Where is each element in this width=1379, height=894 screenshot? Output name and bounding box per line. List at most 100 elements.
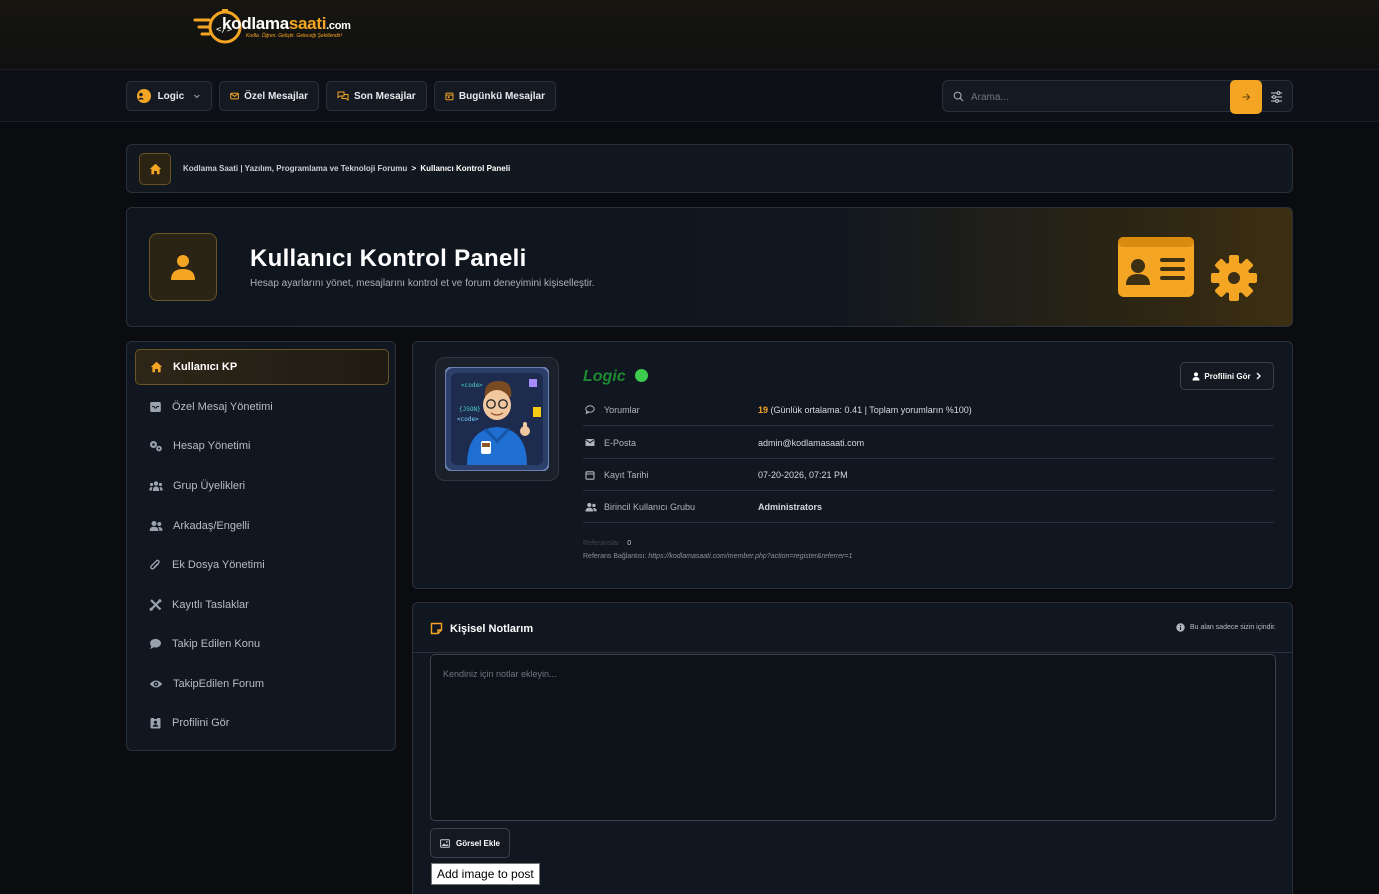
regdate-value: 07-20-2026, 07:21 PM bbox=[758, 470, 848, 480]
logo-wordmark[interactable]: kodlamasaati.com bbox=[222, 14, 351, 34]
sidebar-item-groups[interactable]: Grup Üyelikleri bbox=[135, 468, 389, 504]
user-icon bbox=[171, 255, 195, 280]
posts-extra: (Günlük ortalama: 0.41 | Toplam yorumlar… bbox=[770, 405, 972, 415]
users-icon bbox=[585, 502, 597, 512]
sidebar-item-label: Grup Üyelikleri bbox=[173, 480, 246, 492]
sidebar-item-label: Kayıtlı Taslaklar bbox=[172, 599, 249, 611]
envelope-icon bbox=[230, 92, 239, 100]
sidebar-item-label: Kullanıcı KP bbox=[173, 361, 238, 373]
personal-notes-card: Kişisel Notlarım Bu alan sadece sizin iç… bbox=[412, 602, 1293, 894]
breadcrumb-home-button[interactable] bbox=[139, 153, 171, 185]
sidebar-item-label: Takip Edilen Konu bbox=[172, 638, 261, 650]
page-subtitle: Hesap ayarlarını yönet, mesajlarını kont… bbox=[250, 278, 595, 289]
todays-posts-button[interactable]: Bugünkü Mesajlar bbox=[434, 81, 556, 111]
site-header: </> kodlamasaati.com Kodla. Öğren. Geliş… bbox=[0, 0, 1379, 70]
comments-icon bbox=[337, 91, 349, 101]
referrals-label: Referanslar bbox=[583, 540, 620, 547]
user-icon bbox=[1192, 371, 1200, 380]
chevron-down-icon bbox=[194, 94, 200, 99]
sidebar-item-subscribed-forums[interactable]: TakipEdilen Forum bbox=[135, 666, 389, 702]
comment-icon bbox=[150, 638, 161, 649]
view-profile-button[interactable]: Profilini Gör bbox=[1180, 362, 1274, 390]
hero-user-icon-box bbox=[149, 233, 217, 301]
notes-title-text: Kişisel Notlarım bbox=[450, 622, 534, 635]
sliders-icon bbox=[1270, 91, 1282, 103]
search-submit-button[interactable] bbox=[1230, 80, 1262, 114]
recent-posts-label: Son Mesajlar bbox=[354, 90, 416, 102]
posts-label: Yorumlar bbox=[604, 405, 640, 415]
add-image-to-post-button[interactable]: Add image to post bbox=[431, 863, 540, 885]
sidebar-item-view-profile[interactable]: Profilini Gör bbox=[135, 705, 389, 741]
sidebar-item-drafts[interactable]: Kayıtlı Taslaklar bbox=[135, 587, 389, 623]
profile-row-usergroup: Birincil Kullanıcı Grubu Administrators bbox=[583, 491, 1274, 523]
info-icon bbox=[1176, 623, 1185, 632]
users-icon bbox=[149, 521, 163, 531]
view-profile-label: Profilini Gör bbox=[1204, 371, 1251, 381]
breadcrumb-trail: Kodlama Saati | Yazılım, Programlama ve … bbox=[183, 164, 510, 173]
sidebar-item-subscribed-threads[interactable]: Takip Edilen Konu bbox=[135, 626, 389, 662]
referrals-line: Referanslar 0 bbox=[583, 540, 631, 547]
sidebar-item-pm-management[interactable]: Özel Mesaj Yönetimi bbox=[135, 389, 389, 425]
svg-text:<code>: <code> bbox=[461, 382, 483, 389]
advanced-search-button[interactable] bbox=[1266, 87, 1286, 107]
breadcrumb-forum-link[interactable]: Kodlama Saati | Yazılım, Programlama ve … bbox=[183, 164, 407, 173]
eye-icon bbox=[149, 680, 163, 688]
user-menu-label: Logic bbox=[157, 90, 185, 102]
sticky-note-icon bbox=[430, 622, 443, 635]
page-hero: Kullanıcı Kontrol Paneli Hesap ayarların… bbox=[126, 207, 1293, 327]
private-messages-button[interactable]: Özel Mesajlar bbox=[219, 81, 319, 111]
email-label: E-Posta bbox=[604, 438, 637, 448]
private-messages-label: Özel Mesajlar bbox=[244, 90, 308, 102]
avatar-illustration: <code> {JSON} <code> bbox=[445, 367, 549, 471]
sidebar-item-label: Profilini Gör bbox=[172, 717, 230, 729]
calendar-icon bbox=[585, 471, 595, 480]
chevron-right-icon bbox=[1256, 372, 1261, 380]
profile-avatar[interactable]: <code> {JSON} <code> bbox=[435, 357, 559, 481]
usergroup-label: Birincil Kullanıcı Grubu bbox=[604, 502, 696, 512]
search-icon bbox=[953, 91, 964, 102]
sidebar-item-label: Ek Dosya Yönetimi bbox=[172, 559, 265, 571]
notes-info-text: Bu alan sadece sizin içindir. bbox=[1190, 624, 1276, 631]
search-box bbox=[942, 80, 1293, 114]
online-status-badge bbox=[635, 369, 648, 382]
sidebar-item-ucp-home[interactable]: Kullanıcı KP bbox=[135, 349, 389, 385]
breadcrumb-current: Kullanıcı Kontrol Paneli bbox=[420, 164, 511, 173]
profile-row-email: E-Posta admin@kodlamasaati.com bbox=[583, 427, 1274, 459]
sidebar-item-label: TakipEdilen Forum bbox=[173, 678, 265, 690]
notes-textarea[interactable] bbox=[430, 654, 1276, 821]
referral-link-line: Referans Bağlantısı: https://kodlamasaat… bbox=[583, 553, 852, 560]
posts-value: 19 (Günlük ortalama: 0.41 | Toplam yorum… bbox=[758, 405, 972, 415]
gear-icon bbox=[1211, 255, 1257, 301]
profile-row-posts: Yorumlar 19 (Günlük ortalama: 0.41 | Top… bbox=[583, 394, 1274, 426]
sidebar-item-account[interactable]: Hesap Yönetimi bbox=[135, 428, 389, 464]
inbox-icon bbox=[150, 402, 161, 412]
comment-icon bbox=[585, 405, 595, 414]
sidebar-item-label: Özel Mesaj Yönetimi bbox=[172, 401, 273, 413]
logo-part1: kodlama bbox=[222, 14, 289, 33]
referral-link-label: Referans Bağlantısı: bbox=[583, 553, 647, 560]
page-title: Kullanıcı Kontrol Paneli bbox=[250, 245, 527, 272]
referral-link-value[interactable]: https://kodlamasaati.com/member.php?acti… bbox=[648, 553, 852, 560]
svg-text:{JSON}: {JSON} bbox=[459, 406, 481, 413]
add-image-button[interactable]: Görsel Ekle bbox=[430, 828, 510, 858]
referrals-count: 0 bbox=[627, 540, 632, 547]
home-icon bbox=[150, 361, 163, 373]
svg-text:<code>: <code> bbox=[457, 416, 479, 423]
recent-posts-button[interactable]: Son Mesajlar bbox=[326, 81, 427, 111]
id-card-icon bbox=[1118, 237, 1194, 297]
sidebar-item-attachments[interactable]: Ek Dosya Yönetimi bbox=[135, 547, 389, 583]
gears-icon bbox=[150, 441, 162, 452]
usergroup-value[interactable]: Administrators bbox=[758, 502, 822, 512]
profile-username[interactable]: Logic bbox=[583, 368, 626, 386]
search-input[interactable] bbox=[971, 88, 1221, 106]
envelope-icon bbox=[585, 439, 595, 446]
profile-row-regdate: Kayıt Tarihi 07-20-2026, 07:21 PM bbox=[583, 459, 1274, 491]
home-icon bbox=[149, 163, 161, 175]
group-icon bbox=[149, 481, 163, 491]
posts-count[interactable]: 19 bbox=[758, 405, 768, 415]
sidebar-item-label: Hesap Yönetimi bbox=[173, 440, 251, 452]
image-icon bbox=[440, 838, 450, 848]
sidebar-item-buddies[interactable]: Arkadaş/Engelli bbox=[135, 508, 389, 544]
user-menu-button[interactable]: Logic bbox=[126, 81, 212, 111]
notes-header: Kişisel Notlarım Bu alan sadece sizin iç… bbox=[413, 603, 1292, 653]
